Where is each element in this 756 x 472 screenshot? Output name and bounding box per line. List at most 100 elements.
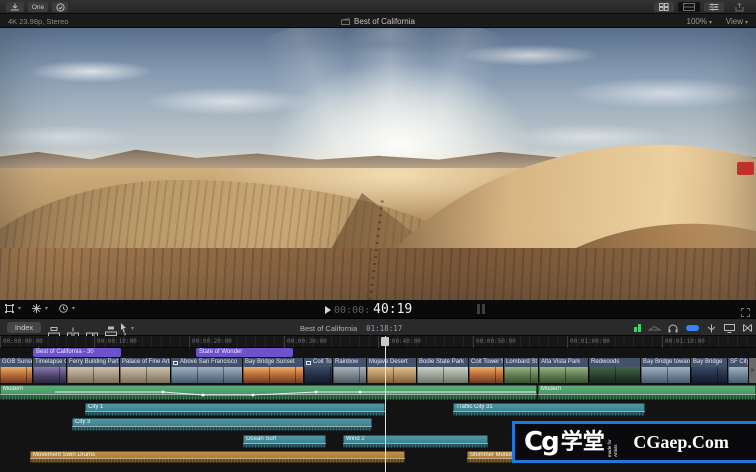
audio-clip[interactable]: Ocean Surf <box>243 435 326 448</box>
chapter-marker[interactable]: State of Wonder <box>196 348 293 357</box>
play-icon[interactable] <box>325 306 331 314</box>
one-button[interactable]: One <box>28 2 48 12</box>
viewer-zoom-menu[interactable]: 100% <box>687 17 712 26</box>
multicam-icon <box>173 361 178 365</box>
audio-clip-name: Traffic City 31 <box>456 404 493 410</box>
browser-toggle-button[interactable] <box>654 2 674 12</box>
clip-thumbnail <box>33 367 66 383</box>
audio-clip[interactable]: Modern <box>538 385 756 400</box>
effects-menu[interactable] <box>32 304 48 313</box>
clip-thumbnail <box>333 367 366 383</box>
storyline-clip[interactable]: Timelapse GGB <box>33 358 67 383</box>
storyline-clip[interactable]: Bay Bridge <box>691 358 728 383</box>
fcpx-window: One 4K 23.98p, Stereo <box>0 0 756 472</box>
clip-thumbnail <box>304 367 332 383</box>
clip-name: Timelapse GGB <box>35 358 66 367</box>
volume-keyframes[interactable] <box>0 385 537 400</box>
index-button[interactable]: Index <box>7 322 41 333</box>
timecode-current: 40:19 <box>373 302 412 317</box>
waveform <box>30 458 405 463</box>
playhead[interactable] <box>385 336 386 472</box>
headphones-icon[interactable] <box>668 324 678 333</box>
pointer-icon <box>120 323 127 333</box>
clip-name-bar: Timelapse GGB <box>33 358 66 367</box>
transform-menu[interactable] <box>5 304 21 313</box>
clip-name-bar: GGB Sunset <box>0 358 32 367</box>
storyline-clip[interactable]: Coit To... <box>304 358 333 383</box>
storyline-clip[interactable]: Palace of Fine Arts <box>120 358 171 383</box>
clip-name-bar: Coit Tower Sunset <box>469 358 503 367</box>
audio-clip-name: City 3 <box>75 419 90 425</box>
clip-thumbnail <box>691 367 727 383</box>
skimming-toggle-icon[interactable] <box>686 325 699 331</box>
tool-pointer-menu[interactable] <box>120 323 134 333</box>
monitor-icon[interactable] <box>724 324 735 333</box>
ruler-tick <box>473 336 474 348</box>
storyline-clip[interactable]: Coit Tower Sunset <box>469 358 504 383</box>
clip-name: Bay Bridge Sunset <box>245 358 295 367</box>
watermark-tagline: made for Artists <box>607 427 619 457</box>
audio-clip[interactable]: Shimmer Motion <box>467 451 515 463</box>
audio-meters-icon[interactable] <box>634 324 641 332</box>
inspector-toggle-button[interactable] <box>704 2 724 12</box>
timecode-prefix: 00:00: <box>334 305 370 316</box>
clip-thumbnail <box>67 367 119 383</box>
timeline-ruler[interactable]: 00:00:00:0000:00:10:0000:00:20:0000:00:3… <box>0 336 756 348</box>
clip-thumbnail <box>120 367 170 383</box>
audio-clip[interactable]: Wind 2 <box>343 435 488 448</box>
storyline-clip[interactable]: Alta Vista Park <box>539 358 589 383</box>
timeline-toolbar: Index Best of California 01:18:17 <box>0 318 756 336</box>
audio-clip[interactable]: Movement Swirl Drums <box>30 451 405 463</box>
retime-menu[interactable] <box>59 304 75 313</box>
ruler-tick <box>662 336 663 348</box>
project-title[interactable]: Best of California <box>300 324 357 333</box>
storyline-clip[interactable]: SF City... <box>728 358 749 383</box>
storyline-clip[interactable]: Lombard St <box>504 358 539 383</box>
viewer-canvas[interactable] <box>0 28 756 300</box>
storyline-clip[interactable]: Bay Bridge Sunset <box>243 358 304 383</box>
sliders-icon <box>709 3 719 11</box>
storyline-end-arrow[interactable] <box>749 358 756 383</box>
storyline-clip[interactable]: Bodie State Park <box>417 358 469 383</box>
clip-name: Redwoods <box>591 358 619 367</box>
clapper-icon <box>341 18 350 25</box>
clip-name-bar: Bay Bridge <box>691 358 727 367</box>
import-media-button[interactable] <box>6 2 24 12</box>
waveform <box>467 458 515 463</box>
clip-thumbnail <box>0 367 32 383</box>
storyline-clip[interactable]: Mojave Desert <box>367 358 417 383</box>
clip-name-bar: Ferry Building Part 2 <box>67 358 119 367</box>
check-button[interactable] <box>52 2 68 12</box>
clip-thumbnail <box>469 367 503 383</box>
clip-thumbnail <box>589 367 640 383</box>
ruler-tick <box>567 336 568 348</box>
chapter-marker[interactable]: Best of California - 30 <box>33 348 121 357</box>
storyline-clip[interactable]: Redwoods <box>589 358 641 383</box>
clip-name-bar: Rainbow <box>333 358 366 367</box>
clip-name: Palace of Fine Arts <box>122 358 170 367</box>
mini-audio-meters[interactable] <box>477 304 485 314</box>
playhead-handle[interactable] <box>381 337 389 346</box>
clip-name-bar: Bay Bridge toward SF <box>641 358 690 367</box>
audio-clip[interactable]: City 1 <box>85 403 385 416</box>
timeline-project-info: Best of California 01:18:17 <box>300 319 402 337</box>
share-button[interactable] <box>730 2 748 12</box>
audio-skimming-icon[interactable] <box>649 326 660 331</box>
storyline-clip[interactable]: Rainbow <box>333 358 367 383</box>
storyline-clip[interactable]: GGB Sunset <box>0 358 33 383</box>
storyline-clip[interactable]: Ferry Building Part 2 <box>67 358 120 383</box>
import-icon <box>10 3 20 11</box>
timeline-toggle-button[interactable] <box>678 2 700 12</box>
storyline-clip[interactable]: Bay Bridge toward SF <box>641 358 691 383</box>
ruler-tick <box>0 336 1 348</box>
audio-clip[interactable]: Modern <box>0 385 537 400</box>
viewer-view-menu[interactable]: View <box>726 17 748 26</box>
audio-clip[interactable]: City 3 <box>72 418 372 431</box>
retime-clock-icon <box>59 304 68 313</box>
clip-name-bar: Bodie State Park <box>417 358 468 367</box>
clip-thumbnail <box>243 367 303 383</box>
snapping-toggle-icon[interactable] <box>707 324 716 333</box>
audio-clip[interactable]: Traffic City 31 <box>453 403 645 416</box>
storyline-clip[interactable]: Above San Francisco <box>171 358 243 383</box>
switch-view-icon[interactable] <box>743 324 752 332</box>
